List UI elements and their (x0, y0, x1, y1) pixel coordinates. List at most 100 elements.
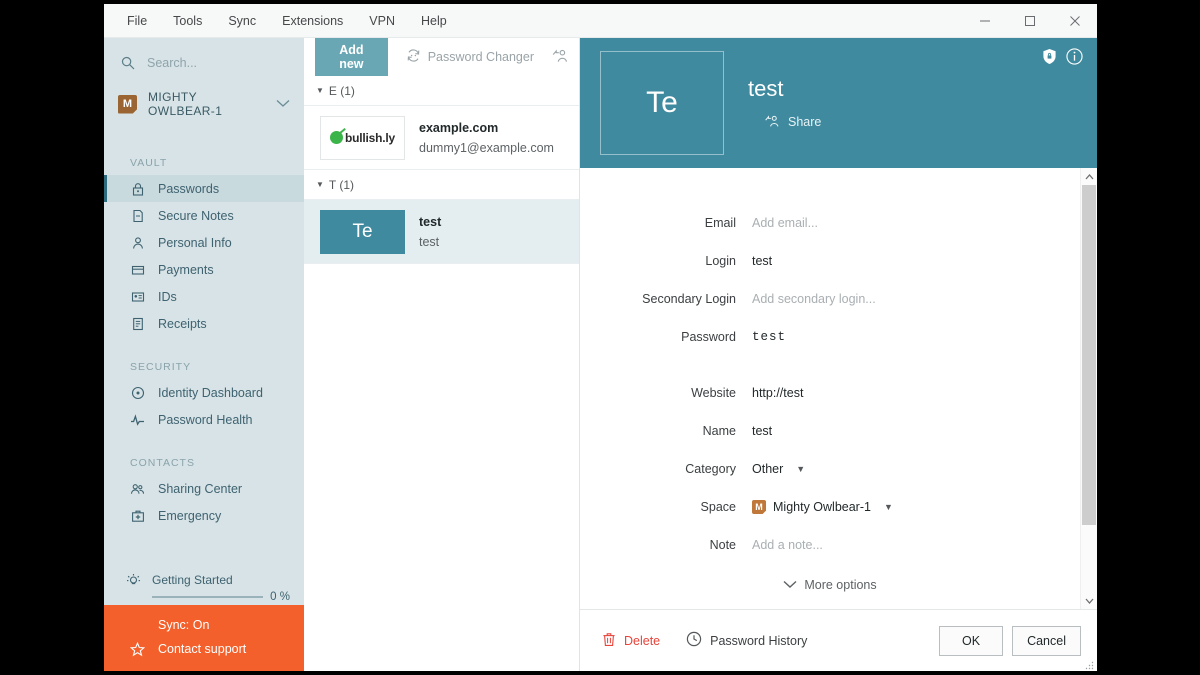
sidebar-item-ids[interactable]: IDs (104, 283, 304, 310)
field-space: Space M Mighty Owlbear-1 ▼ (580, 488, 1080, 526)
getting-started-progress[interactable]: Getting Started 0 % (104, 573, 304, 603)
sidebar-item-password-health[interactable]: Password Health (104, 406, 304, 433)
resize-grip-icon[interactable] (1084, 658, 1094, 668)
menu-item-sync[interactable]: Sync (215, 9, 269, 33)
entry-list-panel: Add new Password Changer ▼ E (1) (304, 38, 580, 671)
more-options-toggle[interactable]: More options (580, 578, 1080, 592)
detail-form: Email Add email... Login test Secondary … (580, 168, 1080, 609)
list-group-header-label: E (1) (329, 84, 355, 98)
scrollbar-thumb[interactable] (1082, 185, 1096, 525)
ok-button[interactable]: OK (939, 626, 1003, 656)
cancel-button[interactable]: Cancel (1012, 626, 1081, 656)
sidebar-item-emergency[interactable]: Emergency (104, 502, 304, 529)
category-value: Other (752, 462, 783, 476)
entry-text: example.com dummy1@example.com (419, 121, 554, 155)
login-field[interactable]: test (752, 254, 772, 268)
sync-status-label: Sync: On (158, 618, 209, 632)
sidebar-item-label: IDs (158, 290, 177, 304)
lock-icon (130, 182, 145, 196)
close-icon[interactable] (1052, 4, 1097, 37)
sidebar-group-label-contacts: CONTACTS (104, 457, 304, 475)
maximize-icon[interactable] (1007, 4, 1052, 37)
category-select[interactable]: Other ▼ (752, 462, 805, 476)
share-button[interactable]: Share (748, 114, 821, 131)
name-field[interactable]: test (752, 424, 772, 438)
detail-header: Te test Share (580, 38, 1097, 168)
star-icon (130, 642, 145, 657)
sidebar: Search... M MIGHTY OWLBEAR-1 VAULT Passw… (104, 38, 304, 671)
account-switcher[interactable]: M MIGHTY OWLBEAR-1 (104, 87, 304, 121)
scrollbar-track[interactable] (1081, 185, 1097, 592)
website-field[interactable]: http://test (752, 386, 803, 400)
detail-scrollbar[interactable] (1080, 168, 1097, 609)
sidebar-item-sharing-center[interactable]: Sharing Center (104, 475, 304, 502)
detail-header-info: test Share (748, 76, 821, 131)
note-icon (130, 209, 145, 223)
space-select[interactable]: M Mighty Owlbear-1 ▼ (752, 500, 893, 514)
list-item-selected[interactable]: Te test test (304, 200, 579, 264)
title-menu-bar: File Tools Sync Extensions VPN Help (104, 4, 1097, 38)
email-field[interactable]: Add email... (752, 216, 818, 230)
getting-started-label: Getting Started (152, 573, 290, 587)
sidebar-item-secure-notes[interactable]: Secure Notes (104, 202, 304, 229)
sidebar-item-identity-dashboard[interactable]: Identity Dashboard (104, 379, 304, 406)
space-badge: M (752, 500, 766, 514)
menu-item-vpn[interactable]: VPN (356, 9, 408, 33)
sidebar-item-label: Passwords (158, 182, 219, 196)
password-history-label: Password History (710, 634, 807, 648)
contact-support[interactable]: Contact support (104, 637, 304, 661)
list-group-header[interactable]: ▼ E (1) (304, 76, 579, 106)
account-badge: M (118, 95, 137, 114)
password-history-button[interactable]: Password History (686, 631, 807, 650)
field-label: Secondary Login (580, 292, 752, 306)
scroll-up-arrow-icon[interactable] (1081, 168, 1097, 185)
share-button[interactable] (552, 48, 569, 66)
chevron-down-icon (783, 578, 797, 592)
add-new-button[interactable]: Add new (315, 38, 388, 76)
sidebar-item-passwords[interactable]: Passwords (104, 175, 304, 202)
sidebar-item-label: Payments (158, 263, 214, 277)
entry-text: test test (419, 215, 441, 249)
info-icon[interactable] (1066, 48, 1083, 70)
receipt-icon (130, 317, 145, 331)
detail-header-icons (1042, 48, 1083, 70)
field-label: Space (580, 500, 752, 514)
minimize-icon[interactable] (962, 4, 1007, 37)
menu-item-help[interactable]: Help (408, 9, 460, 33)
list-item[interactable]: bullish.ly example.com dummy1@example.co… (304, 106, 579, 170)
contact-support-label: Contact support (158, 642, 246, 656)
chevron-down-icon (276, 95, 290, 113)
secondary-login-field[interactable]: Add secondary login... (752, 292, 876, 306)
search-input[interactable]: Search... (104, 43, 304, 83)
menu-item-file[interactable]: File (114, 9, 160, 33)
password-changer-button[interactable]: Password Changer (406, 48, 534, 66)
people-icon (130, 482, 145, 496)
field-label: Login (580, 254, 752, 268)
footer-buttons: OK Cancel (939, 626, 1081, 656)
field-name: Name test (580, 412, 1080, 450)
list-toolbar: Add new Password Changer (304, 38, 579, 76)
sidebar-item-payments[interactable]: Payments (104, 256, 304, 283)
sidebar-item-label: Password Health (158, 413, 253, 427)
scroll-down-arrow-icon[interactable] (1081, 592, 1097, 609)
field-category: Category Other ▼ (580, 450, 1080, 488)
application-window: File Tools Sync Extensions VPN Help (104, 4, 1097, 671)
menu-item-tools[interactable]: Tools (160, 9, 215, 33)
sidebar-group-vault: VAULT Passwords Secure Notes (104, 157, 304, 337)
sidebar-item-receipts[interactable]: Receipts (104, 310, 304, 337)
field-password: Password test (580, 318, 1080, 356)
field-email: Email Add email... (580, 204, 1080, 242)
sidebar-item-label: Receipts (158, 317, 207, 331)
delete-button[interactable]: Delete (602, 632, 660, 650)
list-group-header[interactable]: ▼ T (1) (304, 170, 579, 200)
password-field[interactable]: test (752, 330, 786, 344)
sidebar-group-security: SECURITY Identity Dashboard Password Hea… (104, 361, 304, 433)
sync-status[interactable]: Sync: On (104, 613, 304, 637)
entry-logo-text: bullish.ly (345, 131, 395, 145)
note-field[interactable]: Add a note... (752, 538, 823, 552)
getting-started-bar-row: 0 % (152, 591, 290, 603)
shield-icon[interactable] (1042, 48, 1057, 70)
pulse-icon (130, 413, 145, 427)
sidebar-item-personal-info[interactable]: Personal Info (104, 229, 304, 256)
menu-item-extensions[interactable]: Extensions (269, 9, 356, 33)
